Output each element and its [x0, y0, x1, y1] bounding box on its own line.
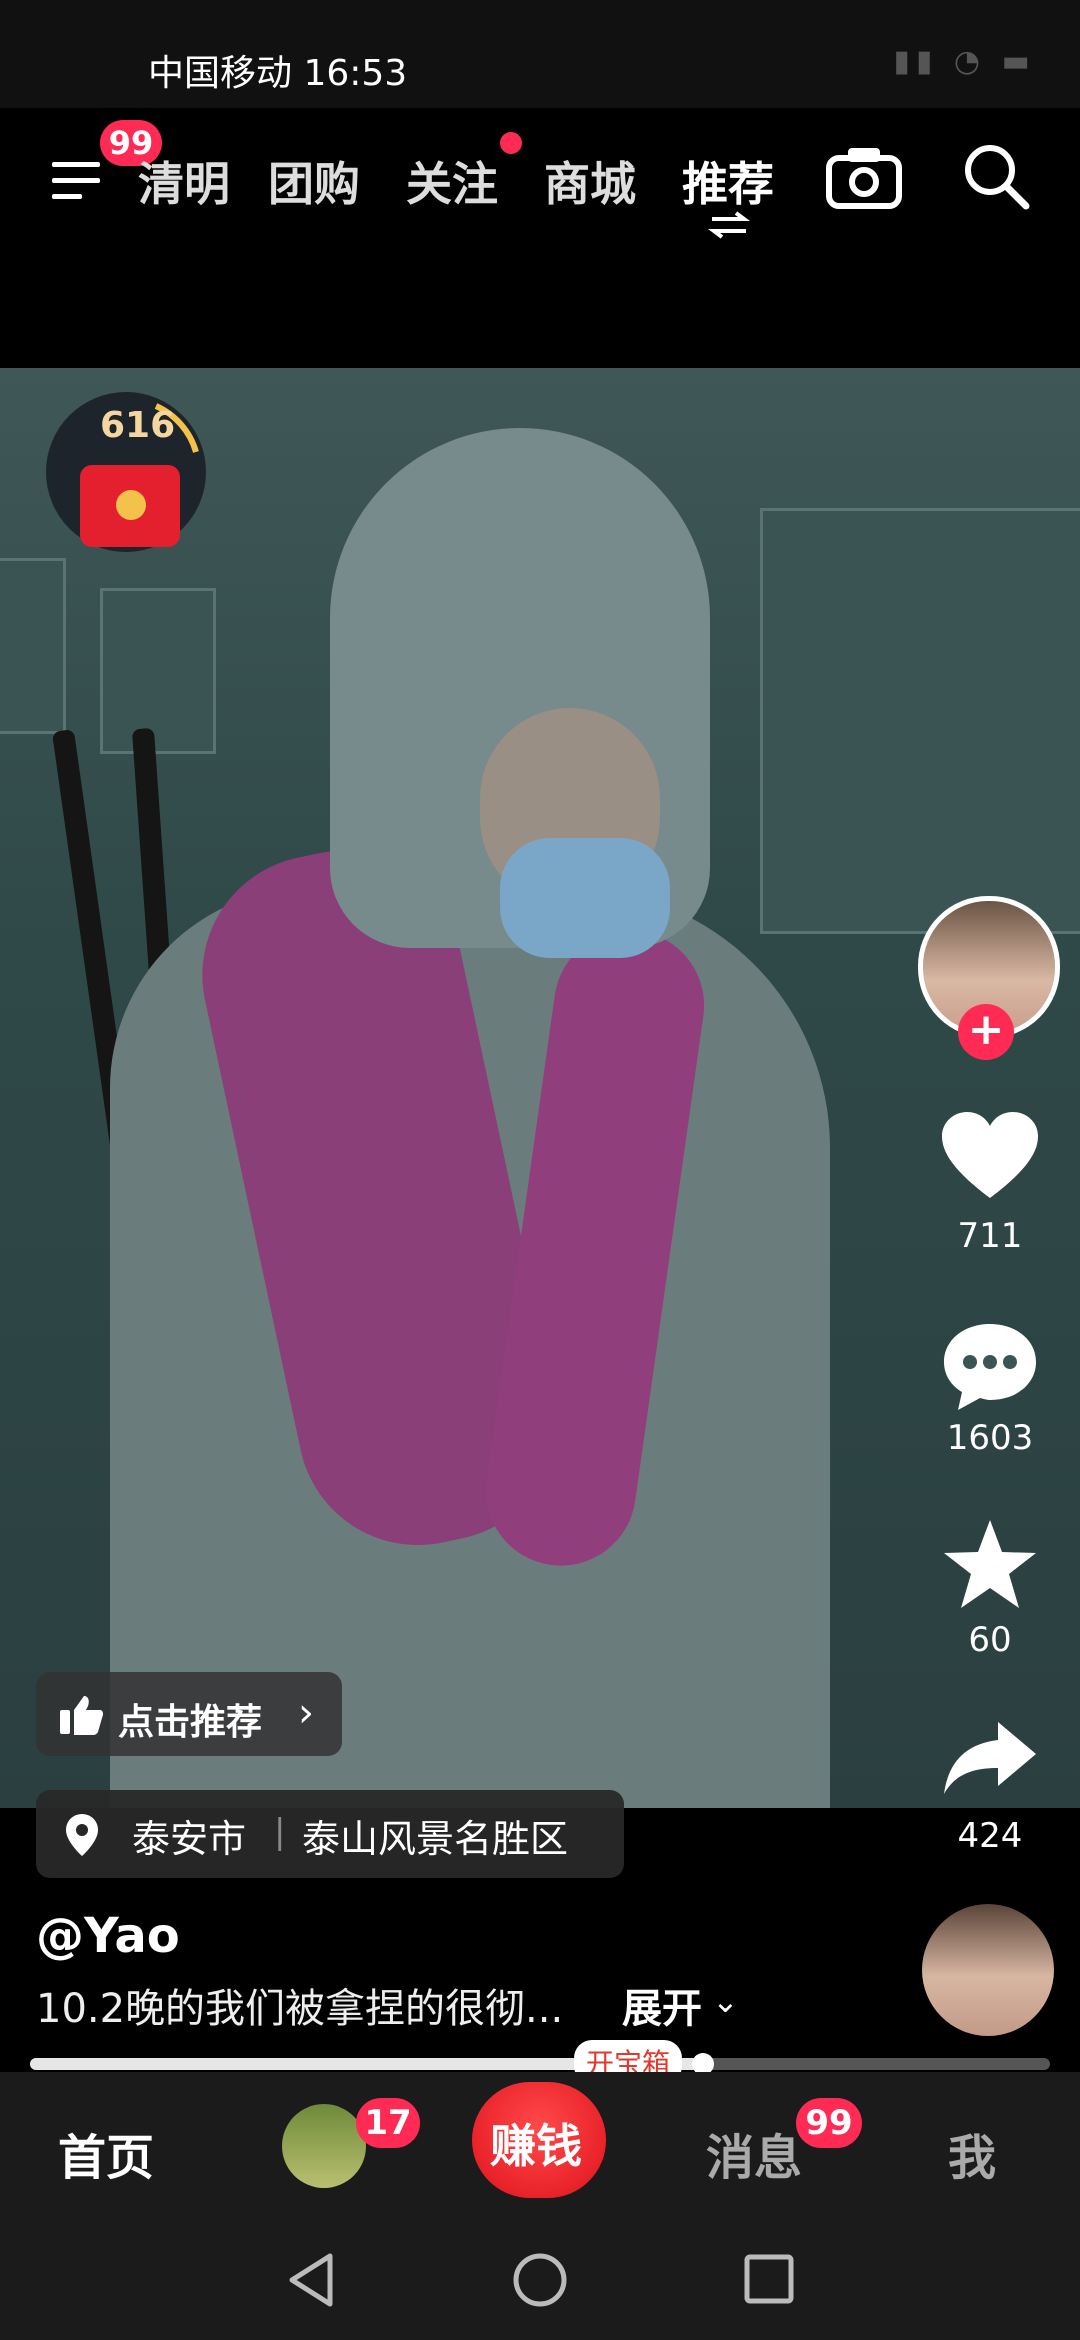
person-mask [500, 838, 670, 958]
tab-home[interactable]: 首页 [58, 2118, 154, 2188]
location-separator: | [274, 1812, 286, 1852]
menu-icon [52, 162, 100, 199]
comment-button[interactable] [930, 1320, 1050, 1416]
tab-recommend[interactable]: 推荐 [682, 148, 774, 214]
favorite-count: 60 [968, 1620, 1012, 1660]
status-carrier-time: 中国移动 16:53 [148, 53, 408, 94]
search-icon [965, 145, 1030, 210]
video-player[interactable] [0, 368, 1080, 1808]
messages-badge: 99 [796, 2098, 862, 2148]
thumbs-up-icon [60, 1696, 104, 1735]
recents-icon[interactable] [744, 2254, 794, 2304]
like-button[interactable] [930, 1110, 1050, 1206]
tab-messages[interactable]: 消息 [706, 2118, 802, 2188]
caption-expand-button[interactable]: 展开 [622, 1976, 702, 2034]
chevron-right-icon: › [298, 1690, 314, 1736]
home-icon[interactable] [512, 2252, 568, 2308]
friends-badge: 17 [356, 2098, 420, 2148]
caption-username[interactable]: @Yao [36, 1908, 180, 1964]
tab-friends-avatar[interactable] [282, 2104, 366, 2188]
camera-button[interactable] [826, 144, 902, 214]
switch-arrows-icon [708, 211, 750, 239]
comment-count: 1603 [946, 1418, 1034, 1458]
location-pin-icon [66, 1814, 98, 1856]
comment-icon [944, 1324, 1036, 1410]
location-place: 泰山风景名胜区 [302, 1817, 569, 1861]
music-disc-avatar[interactable] [922, 1904, 1054, 2036]
star-icon [944, 1520, 1036, 1608]
share-icon [944, 1722, 1036, 1794]
status-icons: ▮▮ ◔ ▬ [893, 44, 1036, 79]
tab-group-buy[interactable]: 团购 [268, 148, 360, 214]
earn-label: 赚钱 [490, 2119, 582, 2173]
chevron-down-icon: ⌄ [712, 1982, 739, 2020]
search-button[interactable] [962, 142, 1032, 216]
wall-panel [100, 588, 216, 754]
top-nav: 99 清明 团购 关注 商城 推荐 [0, 108, 1080, 368]
wall-panel [0, 558, 66, 734]
caption-text: 10.2晚的我们被拿捏的很彻... [36, 1986, 564, 2032]
tab-me[interactable]: 我 [948, 2118, 996, 2188]
tab-qingming[interactable]: 清明 [138, 148, 230, 214]
tab-mall[interactable]: 商城 [544, 148, 636, 214]
menu-button[interactable] [50, 158, 110, 208]
camera-icon [826, 148, 902, 209]
location-city: 泰安市 [132, 1817, 247, 1861]
share-count: 424 [957, 1816, 1023, 1856]
tab-following[interactable]: 关注 [406, 148, 498, 214]
wall-panel [760, 508, 1080, 934]
follow-button[interactable]: + [958, 1004, 1014, 1060]
like-count: 711 [957, 1216, 1023, 1256]
favorite-button[interactable] [930, 1518, 1050, 1614]
red-packet-count: 616 [100, 405, 176, 446]
red-envelope-seal [116, 490, 146, 520]
recommend-label: 点击推荐 [118, 1702, 263, 1743]
back-icon[interactable] [286, 2252, 336, 2308]
heart-icon [942, 1112, 1038, 1198]
following-dot [500, 132, 522, 154]
share-button[interactable] [930, 1718, 1050, 1802]
